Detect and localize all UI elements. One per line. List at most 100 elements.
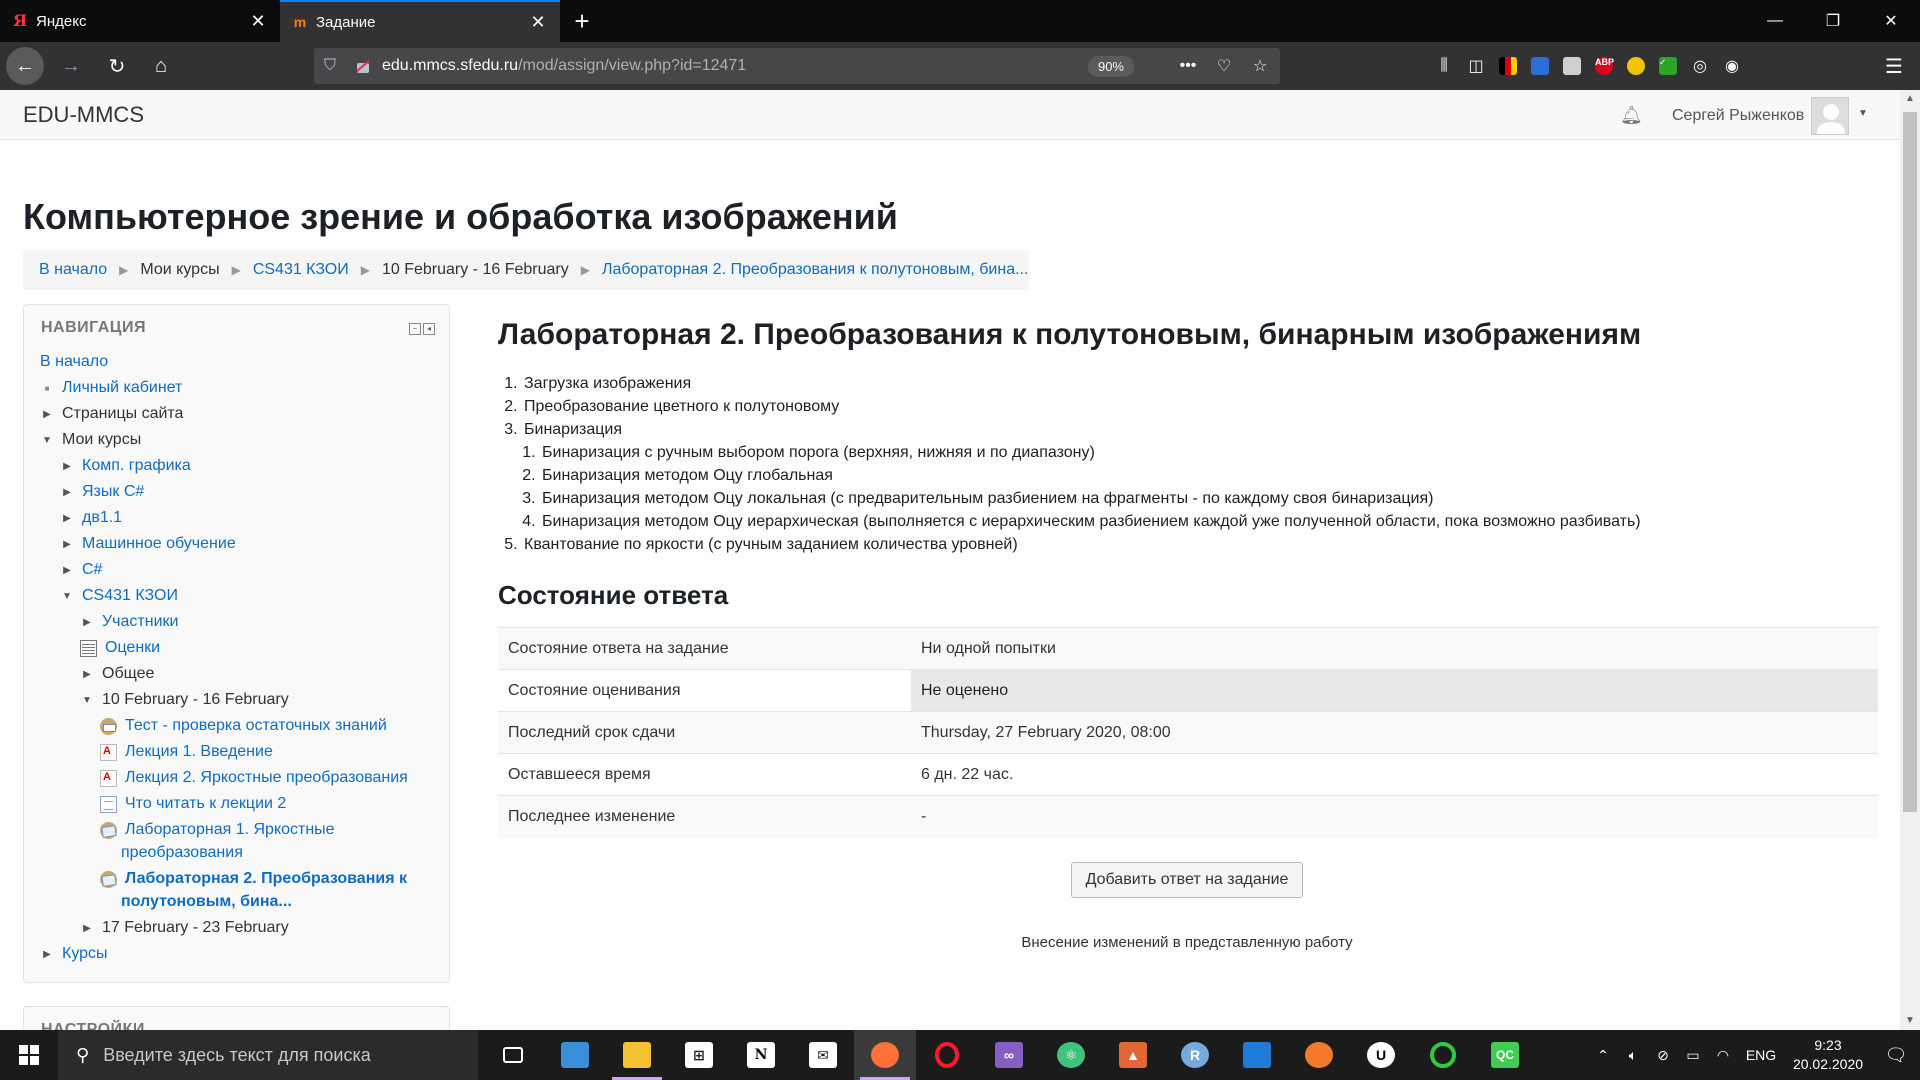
bookmark-star-icon[interactable]: ☆ [1250,56,1270,76]
nav-item-activity[interactable]: Лабораторная 1. Яркостные [100,821,335,839]
add-submission-button[interactable]: Добавить ответ на задание [1070,861,1304,898]
scroll-thumb[interactable] [1903,112,1917,812]
user-name[interactable]: Сергей Рыженков [1672,107,1804,125]
search-extension-icon[interactable] [1620,50,1652,82]
insecure-lock-icon[interactable] [354,57,372,75]
nav-item-activity[interactable]: Лекция 1. Введение [100,743,273,761]
chevron-right-icon: ▶ [43,948,51,960]
action-center-icon[interactable]: 🗨︎ [1872,1045,1920,1066]
qt-creator-icon[interactable]: QC [1474,1030,1536,1080]
opera-icon[interactable] [916,1030,978,1080]
restore-icon[interactable]: ❐ [1804,0,1862,42]
store-icon[interactable]: ⊞ [668,1030,730,1080]
nav-item-current-course[interactable]: ▼ CS431 КЗОИ [60,587,178,605]
nav-item-current-activity[interactable]: Лабораторная 2. Преобразования к [100,870,407,888]
forward-button[interactable]: → [52,47,90,85]
minimize-icon[interactable]: — [1746,0,1804,42]
nav-item-participants[interactable]: ▶ Участники [80,613,178,631]
nav-item-dashboard[interactable]: ■ Личный кабинет [40,379,183,397]
library-icon[interactable]: ⫼ [1428,50,1460,82]
scroll-down-icon[interactable]: ▼ [1900,1012,1920,1030]
breadcrumb-home[interactable]: В начало [39,261,107,279]
rstudio-icon[interactable]: R [1164,1030,1226,1080]
checkmark-extension-icon[interactable]: ✓ [1652,50,1684,82]
nav-item-general[interactable]: ▶ Общее [80,665,154,683]
nav-item-course[interactable]: ▶ C# [60,561,102,579]
nav-item-course[interactable]: ▶ Комп. графика [60,457,191,475]
dock-block-icon[interactable]: ◂ [423,323,435,335]
nav-item-home[interactable]: В начало [40,353,108,371]
nav-item-my-courses[interactable]: ▼ Мои курсы [40,431,141,449]
nav-item-week[interactable]: ▶ 17 February - 23 February [80,919,289,937]
show-hidden-icons-icon[interactable]: ⌃ [1588,1047,1618,1064]
blue-app-icon[interactable] [1226,1030,1288,1080]
sidebar-icon[interactable]: ◫ [1460,50,1492,82]
nav-item-grades[interactable]: Оценки [80,639,160,657]
pocket-icon[interactable]: ♡ [1214,56,1234,76]
account-icon[interactable]: ◉ [1716,50,1748,82]
nav-item-activity[interactable]: Тест - проверка остаточных знаний [100,717,387,735]
new-tab-button[interactable]: + [560,0,604,42]
breadcrumb-course[interactable]: CS431 КЗОИ [253,261,349,279]
breadcrumb-assignment[interactable]: Лабораторная 2. Преобразования к полутон… [602,261,1028,279]
nav-item-course[interactable]: ▶ Машинное обучение [60,535,236,553]
address-bar[interactable]: ⛉ edu.mmcs.sfedu.ru/mod/assign/view.php?… [314,48,1280,84]
visual-studio-icon[interactable]: ∞ [978,1030,1040,1080]
tab-yandex[interactable]: Я Яндекс ✕ [0,0,280,42]
reload-button[interactable]: ↻ [98,47,136,85]
battery-icon[interactable]: ▭ [1678,1047,1708,1064]
site-brand[interactable]: EDU-MMCS [23,102,144,128]
zoom-level-badge[interactable]: 90% [1087,55,1134,77]
tracking-shield-icon[interactable]: ⛉ [324,57,346,75]
unreal-engine-icon[interactable]: U [1350,1030,1412,1080]
close-tab-icon[interactable]: ✕ [248,11,268,32]
nav-item-activity-continued[interactable]: преобразования [121,844,243,862]
close-window-icon[interactable]: ✕ [1862,0,1920,42]
home-button[interactable]: ⌂ [142,47,180,85]
nav-item-current-activity-continued[interactable]: полутоновым, бина... [121,893,292,911]
url-text[interactable]: edu.mmcs.sfedu.ru/mod/assign/view.php?id… [382,57,1088,75]
notion-icon[interactable]: N [730,1030,792,1080]
translate-extension-icon[interactable] [1524,50,1556,82]
atom-icon[interactable]: ⚛ [1040,1030,1102,1080]
blender-icon[interactable] [1288,1030,1350,1080]
tab-assignment[interactable]: m Задание ✕ [280,0,560,42]
file-explorer-icon[interactable] [606,1030,668,1080]
nav-item-course[interactable]: ▶ дв1.1 [60,509,122,527]
nav-item-week[interactable]: ▼ 10 February - 16 February [80,691,289,709]
nav-item-courses[interactable]: ▶ Курсы [40,945,107,963]
control-panel-icon[interactable] [544,1030,606,1080]
nav-item-activity[interactable]: Лекция 2. Яркостные преобразования [100,769,408,787]
network-icon[interactable]: ⊘ [1648,1047,1678,1064]
task-view-icon[interactable] [482,1030,544,1080]
back-button[interactable]: ← [6,47,44,85]
menu-icon[interactable]: ☰ [1878,50,1910,82]
scroll-up-icon[interactable]: ▲ [1900,90,1920,108]
vertical-scrollbar[interactable]: ▲ ▼ [1900,90,1920,1030]
green-ring-app-icon[interactable] [1412,1030,1474,1080]
notifications-bell-icon[interactable]: 🔔︎ [1620,105,1643,126]
taskbar-search[interactable]: ⚲ Введите здесь текст для поиска [58,1030,478,1080]
volume-icon[interactable]: 🔈︎ [1618,1047,1648,1064]
mail-icon[interactable]: ✉ [792,1030,854,1080]
clock[interactable]: 9:23 20.02.2020 [1784,1036,1872,1074]
adblock-icon[interactable]: ABP [1588,50,1620,82]
avatar[interactable] [1811,97,1849,135]
collapse-block-icon[interactable]: − [409,323,421,335]
matlab-icon[interactable]: ▲ [1102,1030,1164,1080]
user-menu-caret-icon[interactable]: ▼ [1858,108,1868,119]
firefox-icon[interactable] [854,1030,916,1080]
status-value: Не оценено [911,669,1878,712]
close-tab-icon[interactable]: ✕ [528,12,548,33]
flag-extension-icon[interactable] [1492,50,1524,82]
nav-item-site-pages[interactable]: ▶ Страницы сайта [40,405,183,423]
page-actions-icon[interactable]: ••• [1178,57,1198,75]
gesture-extension-icon[interactable] [1556,50,1588,82]
language-indicator[interactable]: ENG [1738,1047,1784,1063]
sync-icon[interactable]: ◎ [1684,50,1716,82]
nav-item-course[interactable]: ▶ Язык C# [60,483,144,501]
wifi-icon[interactable]: ◠ [1708,1047,1738,1064]
chevron-right-icon: ▶ [83,616,91,628]
nav-item-activity[interactable]: Что читать к лекции 2 [100,795,286,813]
start-button[interactable] [0,1030,58,1080]
